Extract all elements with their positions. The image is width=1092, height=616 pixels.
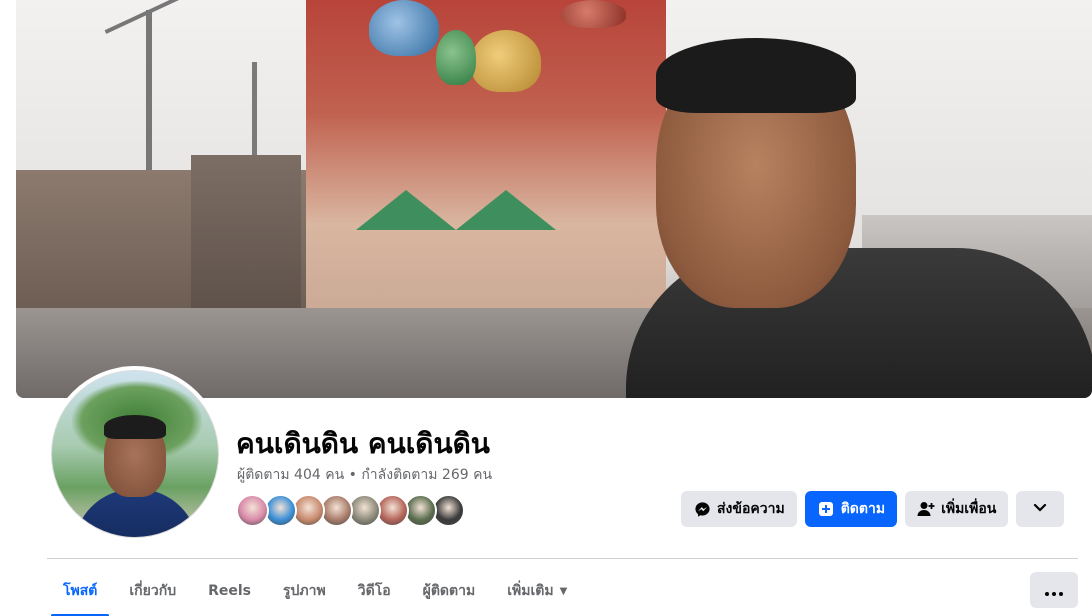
tab-6[interactable]: เพิ่มเติม ▼ bbox=[491, 567, 583, 615]
following-count[interactable]: 269 bbox=[442, 467, 469, 483]
cover-crane bbox=[146, 10, 152, 180]
following-label: กำลังติดตาม bbox=[361, 467, 438, 483]
cover-dome-red bbox=[561, 0, 626, 28]
add-friend-icon bbox=[917, 500, 935, 518]
followers-label: ผู้ติดตาม bbox=[237, 467, 290, 483]
tab-1[interactable]: เกี่ยวกับ bbox=[113, 567, 192, 615]
friend-avatar[interactable] bbox=[236, 494, 269, 527]
tab-4[interactable]: วิดีโอ bbox=[342, 567, 407, 615]
cover-person-hair bbox=[656, 38, 856, 113]
profile-actions: ส่งข้อความ ติดตาม เพิ่มเพื่อน bbox=[681, 491, 1065, 527]
tab-2[interactable]: Reels bbox=[192, 567, 267, 615]
tab-5[interactable]: ผู้ติดตาม bbox=[407, 567, 492, 615]
following-unit: คน bbox=[473, 467, 493, 483]
message-button[interactable]: ส่งข้อความ bbox=[681, 491, 797, 527]
followers-unit: คน bbox=[325, 467, 345, 483]
tab-label: วิดีโอ bbox=[357, 583, 391, 599]
cover-dome-gold bbox=[471, 30, 541, 92]
tab-label: โพสต์ bbox=[63, 583, 98, 599]
tab-label: เกี่ยวกับ bbox=[129, 583, 177, 599]
section-divider bbox=[47, 558, 1078, 559]
cover-person bbox=[626, 38, 1092, 398]
follower-stats: ผู้ติดตาม 404 คน • กำลังติดตาม 269 คน bbox=[237, 464, 492, 486]
profile-avatar-ring bbox=[47, 366, 223, 542]
followers-count[interactable]: 404 bbox=[294, 467, 321, 483]
stats-separator: • bbox=[348, 467, 357, 483]
follow-button-label: ติดตาม bbox=[840, 501, 886, 517]
add-friend-button-label: เพิ่มเพื่อน bbox=[941, 501, 997, 517]
profile-options-button[interactable] bbox=[1016, 491, 1065, 527]
cover-dome-blue bbox=[369, 0, 439, 56]
profile-avatar[interactable] bbox=[51, 370, 219, 538]
avatar-hair bbox=[104, 415, 166, 439]
tab-0[interactable]: โพสต์ bbox=[47, 567, 113, 616]
add-friend-button[interactable]: เพิ่มเพื่อน bbox=[905, 491, 1009, 527]
ellipsis-icon bbox=[1045, 581, 1063, 600]
cover-dome-green bbox=[436, 30, 476, 85]
chevron-down-icon bbox=[1033, 501, 1047, 517]
tab-label: รูปภาพ bbox=[283, 583, 326, 599]
tab-3[interactable]: รูปภาพ bbox=[267, 567, 342, 615]
caret-down-icon: ▼ bbox=[559, 585, 568, 597]
tab-label: เพิ่มเติม bbox=[507, 583, 554, 599]
friend-avatars-row bbox=[236, 494, 465, 528]
cover-crane-2 bbox=[252, 62, 257, 157]
cover-building-left-tower bbox=[191, 155, 301, 320]
profile-tabs: โพสต์ เกี่ยวกับ Reels รูปภาพ วิดีโอ ผู้ติดตาม… bbox=[47, 566, 583, 616]
messenger-icon bbox=[693, 500, 711, 518]
tab-label: Reels bbox=[208, 583, 251, 599]
tab-label: ผู้ติดตาม bbox=[422, 583, 476, 599]
follow-button[interactable]: ติดตาม bbox=[804, 491, 898, 527]
tabs-more-options-button[interactable] bbox=[1030, 572, 1078, 608]
profile-name: คนเดินดิน คนเดินดิน bbox=[236, 427, 490, 460]
message-button-label: ส่งข้อความ bbox=[717, 501, 785, 517]
cover-photo[interactable] bbox=[16, 0, 1092, 398]
follow-plus-icon bbox=[817, 500, 835, 518]
